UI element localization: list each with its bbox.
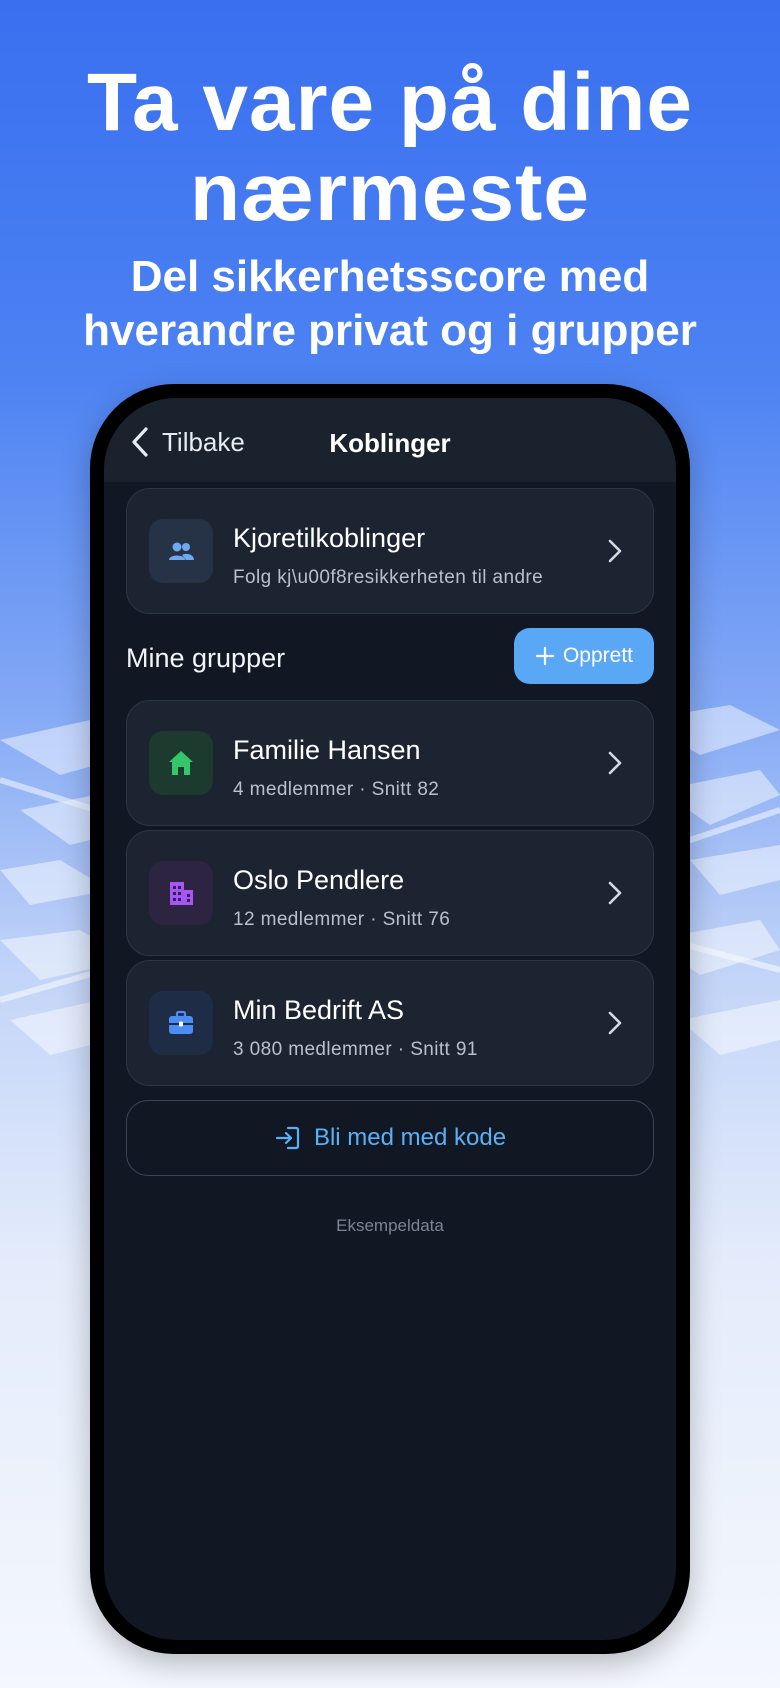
subheadline: Del sikkerhetsscore med hverandre privat… xyxy=(0,250,780,358)
chevron-right-icon xyxy=(608,1011,622,1035)
sample-data-note: Eksempeldata xyxy=(336,1216,444,1235)
group-meta: 4 medlemmer · Snitt 82 xyxy=(233,779,440,800)
group-name: Familie Hansen xyxy=(233,735,421,765)
join-with-code-button[interactable]: Bli med med kode xyxy=(126,1100,654,1176)
plus-icon xyxy=(535,646,555,666)
group-card-min-bedrift[interactable]: Min Bedrift AS 3 080 medlemmer · Snitt 9… xyxy=(126,960,654,1086)
group-name: Min Bedrift AS xyxy=(233,995,405,1025)
subheadline-line-1: Del sikkerhetsscore med xyxy=(130,252,650,301)
headline: Ta vare på dine nærmeste xyxy=(87,57,693,238)
briefcase-icon xyxy=(169,1010,193,1034)
group-icon-box xyxy=(149,991,213,1055)
phone-screen: Tilbake Koblinger Kjoretilkoblinger Folg… xyxy=(104,398,676,1640)
group-icon-box xyxy=(149,731,213,795)
section-title-my-groups: Mine grupper xyxy=(126,643,286,673)
group-meta: 12 medlemmer · Snitt 76 xyxy=(233,909,451,930)
chevron-right-icon xyxy=(608,751,622,775)
group-meta: 3 080 medlemmer · Snitt 91 xyxy=(233,1039,478,1060)
group-icon-box xyxy=(149,861,213,925)
connections-card-title: Kjoretilkoblinger xyxy=(233,523,426,553)
phone-frame: Tilbake Koblinger Kjoretilkoblinger Folg… xyxy=(90,384,690,1654)
login-icon xyxy=(275,1126,300,1150)
nav-bar: Tilbake Koblinger xyxy=(104,398,676,482)
connections-icon-box xyxy=(149,519,213,583)
join-with-code-label: Bli med med kode xyxy=(313,1124,507,1151)
people-icon xyxy=(169,542,194,560)
chevron-right-icon xyxy=(608,881,622,905)
create-group-button-label: Opprett xyxy=(562,644,634,667)
create-group-button[interactable]: Opprett xyxy=(514,628,654,684)
chevron-right-icon xyxy=(608,539,622,563)
group-card-oslo-pendlere[interactable]: Oslo Pendlere 12 medlemmer · Snitt 76 xyxy=(126,830,654,956)
subheadline-line-2: hverandre privat og i grupper xyxy=(83,306,697,355)
group-name: Oslo Pendlere xyxy=(233,865,405,895)
building-icon xyxy=(170,882,193,905)
page-title: Koblinger xyxy=(329,428,451,458)
group-card-familie-hansen[interactable]: Familie Hansen 4 medlemmer · Snitt 82 xyxy=(126,700,654,826)
connections-card-subtitle: Folg kj\u00f8resikkerheten til andre xyxy=(233,567,544,588)
connections-card[interactable]: Kjoretilkoblinger Folg kj\u00f8resikkerh… xyxy=(126,488,654,614)
home-icon xyxy=(169,751,193,775)
